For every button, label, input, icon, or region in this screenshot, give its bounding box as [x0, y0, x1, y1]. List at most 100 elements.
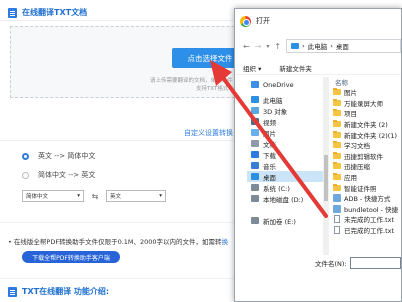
nav-item[interactable]: 3D 对象	[247, 105, 323, 116]
nav-item[interactable]: 新加卷 (E:)	[247, 215, 323, 226]
section-header: 在线翻译TXT文档	[8, 7, 87, 18]
breadcrumb-desktop[interactable]: 桌面	[336, 41, 349, 51]
nav-item-label: 桌面	[263, 173, 276, 182]
folder-icon	[333, 109, 341, 117]
dialog-title: 打开	[256, 17, 270, 25]
language-selectors: 简体中文 ▾ ⇆ 英文 ▾	[22, 190, 166, 202]
file-list-item[interactable]: 新建文件夹 (2)(1)	[333, 129, 402, 140]
section-title: 在线翻译TXT文档	[22, 8, 88, 17]
file-list-item[interactable]: 应用	[333, 172, 402, 183]
swap-arrows-icon[interactable]: ⇆	[88, 192, 102, 201]
dialog-titlebar: 打开	[235, 9, 401, 33]
folder-icon	[333, 130, 341, 138]
nav-item-label: 文档	[263, 140, 276, 149]
drive-icon	[251, 184, 259, 191]
computer-icon	[291, 43, 300, 49]
nav-item-label: 音乐	[263, 162, 276, 171]
file-list-item[interactable]: 万能录屏大师	[333, 98, 402, 109]
shortcut-icon	[333, 194, 341, 203]
3d-objects-icon	[251, 107, 259, 114]
file-list-item[interactable]: 图片	[333, 87, 402, 98]
file-list-item[interactable]: 智能证件照	[333, 182, 402, 193]
text-file-icon	[334, 226, 340, 235]
document-icon	[8, 7, 17, 18]
file-list-item[interactable]: 新建文件夹 (2)	[333, 119, 402, 130]
nav-item[interactable]	[247, 204, 323, 215]
radio-selected[interactable]	[22, 152, 29, 160]
drive-icon	[251, 195, 259, 202]
nav-item-label: 3D 对象	[263, 107, 288, 116]
folder-icon	[333, 98, 341, 106]
music-icon	[251, 162, 259, 169]
nav-item-label: OneDrive	[263, 80, 294, 89]
nav-item[interactable]: OneDrive	[247, 79, 323, 90]
breadcrumb-this-pc[interactable]: 此电脑	[308, 41, 328, 51]
file-list-item[interactable]: 未完成的工作.txt	[333, 214, 402, 225]
option-label: 简体中文 --> 英文	[38, 171, 96, 179]
up-folder-icon[interactable]: ↑	[274, 42, 281, 51]
file-list-item[interactable]: ADB - 快捷方式	[333, 193, 402, 204]
chrome-icon	[240, 15, 251, 27]
shortcut-icon	[333, 204, 341, 213]
file-list-item[interactable]: 学习文档	[333, 140, 402, 151]
nav-item[interactable]: 本地磁盘 (D:)	[247, 193, 323, 204]
folder-icon	[333, 162, 341, 170]
navigation-pane: OneDrive 此电脑 3D 对象视频 图片文档 下载音乐桌面 系统 (C:) 本地磁盘 …	[247, 77, 323, 253]
custom-settings-link[interactable]: 自定义设置转换	[184, 128, 233, 138]
history-dropdown-icon[interactable]: ▾	[266, 43, 269, 50]
nav-item[interactable]	[247, 226, 323, 237]
navigation-scrollbar[interactable]	[323, 77, 329, 255]
file-name: 图片	[344, 89, 357, 98]
new-folder-button[interactable]: 新建文件夹	[279, 63, 312, 73]
forward-icon[interactable]: →	[255, 42, 262, 51]
file-list-item[interactable]: 项目	[333, 108, 402, 119]
download-icon	[251, 151, 259, 158]
filename-input[interactable]	[349, 257, 401, 269]
nav-item[interactable]: 图片	[247, 127, 323, 138]
scroll-thumb[interactable]	[324, 155, 328, 201]
file-list-item[interactable]: 迅捷压缩	[333, 161, 402, 172]
nav-item[interactable]	[247, 237, 323, 248]
file-list-item[interactable]: bundletool - 快捷	[333, 204, 402, 215]
file-list-item[interactable]: 已完成的工作.txt	[333, 225, 402, 236]
filename-row: 文件名(N):	[235, 257, 401, 269]
target-language-select[interactable]: 英文 ▾	[106, 190, 166, 202]
file-list-item[interactable]: 迅捷剪辑软件	[333, 151, 402, 162]
section-title: TXT在线翻译 功能介绍:	[22, 287, 110, 296]
option-zh-to-en[interactable]: 简体中文 --> 英文	[22, 170, 95, 180]
file-name: ADB - 快捷方式	[344, 195, 391, 204]
column-header-name[interactable]: 名称	[335, 77, 348, 87]
nav-item[interactable]: 系统 (C:)	[247, 182, 323, 193]
notice-text: • 在线版全帮PDF转换助手文件仅限于0.1M、2000字以内的文件，如需转换	[8, 238, 229, 246]
nav-item-label: 视频	[263, 118, 276, 127]
file-name: 迅捷压缩	[344, 163, 370, 172]
nav-item[interactable]: 桌面	[247, 171, 323, 182]
nav-item[interactable]	[247, 248, 323, 253]
file-name: 新建文件夹 (2)(1)	[344, 131, 397, 140]
cloud-icon	[251, 81, 259, 88]
open-file-dialog: 打开 ← → ▾ ↑ › 此电脑 › 桌面 组织 ▾ 新建文件夹 OneDriv…	[234, 8, 402, 302]
nav-item[interactable]: 此电脑	[247, 94, 323, 105]
nav-item[interactable]: 下载	[247, 149, 323, 160]
nav-item[interactable]: 视频	[247, 116, 323, 127]
file-name: 项目	[344, 110, 357, 119]
folder-icon	[333, 173, 341, 181]
file-name: 学习文档	[344, 142, 370, 151]
download-client-button[interactable]: 下载全帮PDF转换助手客户端	[22, 251, 120, 263]
radio[interactable]	[22, 171, 29, 179]
upload-hint-format: 支持TXT格式	[196, 86, 229, 92]
documents-icon	[251, 140, 259, 147]
file-name: 万能录屏大师	[344, 99, 383, 108]
address-bar[interactable]: › 此电脑 › 桌面	[286, 39, 401, 53]
address-row: ← → ▾ ↑ › 此电脑 › 桌面	[235, 39, 401, 53]
document-icon	[8, 286, 17, 297]
nav-item[interactable]: 文档	[247, 138, 323, 149]
organize-button[interactable]: 组织 ▾	[243, 63, 261, 73]
nav-item[interactable]: 音乐	[247, 160, 323, 171]
source-language-select[interactable]: 简体中文 ▾	[22, 190, 84, 202]
file-name: 智能证件照	[344, 184, 377, 193]
folder-icon	[333, 88, 341, 96]
option-en-to-zh[interactable]: 英文 --> 简体中文	[22, 151, 95, 161]
back-icon[interactable]: ←	[243, 42, 250, 51]
folder-icon	[333, 120, 341, 128]
